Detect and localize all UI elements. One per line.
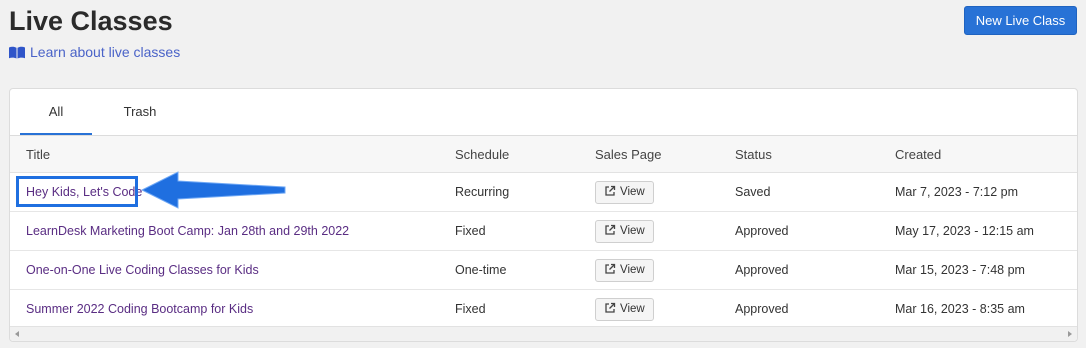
column-header-schedule[interactable]: Schedule xyxy=(455,136,509,172)
status-cell: Approved xyxy=(735,302,789,316)
created-cell: May 17, 2023 - 12:15 am xyxy=(895,224,1034,238)
view-sales-page-button[interactable]: View xyxy=(595,219,654,243)
book-open-icon xyxy=(9,46,25,59)
column-header-status[interactable]: Status xyxy=(735,136,772,172)
schedule-cell: Recurring xyxy=(455,185,510,199)
live-classes-panel: All Trash Title Schedule Sales Page Stat… xyxy=(9,88,1078,342)
view-label: View xyxy=(620,264,645,276)
scroll-right-arrow-icon[interactable] xyxy=(1063,327,1077,341)
status-cell: Approved xyxy=(735,224,789,238)
view-label: View xyxy=(620,225,645,237)
new-live-class-button[interactable]: New Live Class xyxy=(964,6,1077,35)
scroll-left-arrow-icon[interactable] xyxy=(10,327,24,341)
view-label: View xyxy=(620,303,645,315)
status-cell: Approved xyxy=(735,263,789,277)
class-title-link[interactable]: LearnDesk Marketing Boot Camp: Jan 28th … xyxy=(26,224,349,238)
created-cell: Mar 15, 2023 - 7:48 pm xyxy=(895,263,1025,277)
external-link-icon xyxy=(604,224,616,239)
horizontal-scrollbar[interactable] xyxy=(10,326,1077,341)
view-sales-page-button[interactable]: View xyxy=(595,180,654,204)
external-link-icon xyxy=(604,263,616,278)
table-row: Summer 2022 Coding Bootcamp for Kids Fix… xyxy=(10,290,1077,329)
view-sales-page-button[interactable]: View xyxy=(595,258,654,282)
schedule-cell: Fixed xyxy=(455,224,486,238)
created-cell: Mar 16, 2023 - 8:35 am xyxy=(895,302,1025,316)
status-cell: Saved xyxy=(735,185,771,199)
view-label: View xyxy=(620,186,645,198)
schedule-cell: One-time xyxy=(455,263,507,277)
class-title-link[interactable]: One-on-One Live Coding Classes for Kids xyxy=(26,263,259,277)
learn-about-live-classes-link[interactable]: Learn about live classes xyxy=(9,44,180,60)
table-header: Title Schedule Sales Page Status Created xyxy=(10,136,1077,173)
column-header-created[interactable]: Created xyxy=(895,136,941,172)
view-sales-page-button[interactable]: View xyxy=(595,297,654,321)
schedule-cell: Fixed xyxy=(455,302,486,316)
table-row: One-on-One Live Coding Classes for Kids … xyxy=(10,251,1077,290)
learn-link-label: Learn about live classes xyxy=(30,44,181,60)
table-row: LearnDesk Marketing Boot Camp: Jan 28th … xyxy=(10,212,1077,251)
column-header-title[interactable]: Title xyxy=(26,136,50,172)
tab-all[interactable]: All xyxy=(20,89,92,135)
page-title: Live Classes xyxy=(9,6,173,36)
column-header-sales-page[interactable]: Sales Page xyxy=(595,136,662,172)
table-row: Hey Kids, Let's Code Recurring View Save… xyxy=(10,173,1077,212)
class-title-link[interactable]: Hey Kids, Let's Code xyxy=(26,185,142,199)
created-cell: Mar 7, 2023 - 7:12 pm xyxy=(895,185,1018,199)
tab-bar: All Trash xyxy=(10,89,1077,136)
external-link-icon xyxy=(604,302,616,317)
external-link-icon xyxy=(604,185,616,200)
tab-trash[interactable]: Trash xyxy=(104,89,176,135)
class-title-link[interactable]: Summer 2022 Coding Bootcamp for Kids xyxy=(26,302,253,316)
